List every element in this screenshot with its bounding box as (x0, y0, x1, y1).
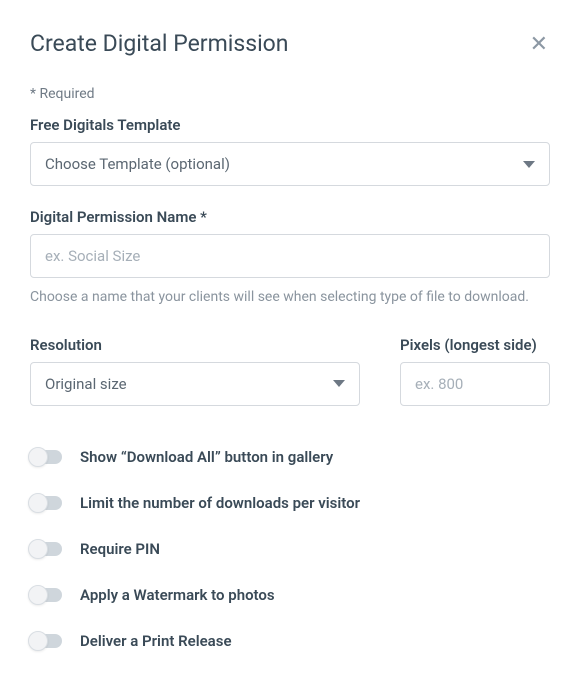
toggle-label: Deliver a Print Release (80, 632, 232, 650)
toggle-limit-downloads[interactable] (30, 496, 62, 510)
field-digital-permission-name: Digital Permission Name * Choose a name … (30, 208, 550, 308)
close-icon[interactable]: ✕ (528, 32, 550, 58)
field-pixels-longest-side: Pixels (longest side) (400, 336, 550, 406)
toggle-require-pin[interactable] (30, 542, 62, 556)
dialog-title: Create Digital Permission (30, 30, 288, 57)
template-select-value: Choose Template (optional) (45, 155, 230, 173)
toggle-label: Show “Download All” button in gallery (80, 448, 333, 466)
toggle-label: Limit the number of downloads per visito… (80, 494, 360, 512)
pixels-label: Pixels (longest side) (400, 336, 550, 354)
toggle-row-require-pin: Require PIN (30, 526, 550, 572)
row-resolution-pixels: Resolution Original size Pixels (longest… (30, 336, 550, 406)
required-note: * Required (30, 86, 550, 102)
name-help-text: Choose a name that your clients will see… (30, 288, 550, 308)
name-label: Digital Permission Name * (30, 208, 550, 226)
toggle-row-limit-downloads: Limit the number of downloads per visito… (30, 480, 550, 526)
name-input[interactable] (30, 234, 550, 278)
pixels-input[interactable] (400, 362, 550, 406)
template-label: Free Digitals Template (30, 116, 550, 134)
resolution-select[interactable]: Original size (30, 362, 360, 406)
chevron-down-icon (523, 161, 535, 168)
toggle-row-download-all: Show “Download All” button in gallery (30, 434, 550, 480)
toggle-row-print-release: Deliver a Print Release (30, 618, 550, 664)
chevron-down-icon (333, 380, 345, 387)
toggle-show-download-all[interactable] (30, 450, 62, 464)
dialog-create-digital-permission: Create Digital Permission ✕ * Required F… (0, 0, 580, 694)
resolution-label: Resolution (30, 336, 360, 354)
resolution-select-value: Original size (45, 375, 127, 393)
toggles-section: Show “Download All” button in gallery Li… (30, 434, 550, 664)
dialog-header: Create Digital Permission ✕ (30, 30, 550, 58)
toggle-deliver-print-release[interactable] (30, 634, 62, 648)
toggle-label: Require PIN (80, 540, 160, 558)
template-select[interactable]: Choose Template (optional) (30, 142, 550, 186)
toggle-row-watermark: Apply a Watermark to photos (30, 572, 550, 618)
field-free-digitals-template: Free Digitals Template Choose Template (… (30, 116, 550, 186)
toggle-apply-watermark[interactable] (30, 588, 62, 602)
toggle-label: Apply a Watermark to photos (80, 586, 275, 604)
field-resolution: Resolution Original size (30, 336, 360, 406)
